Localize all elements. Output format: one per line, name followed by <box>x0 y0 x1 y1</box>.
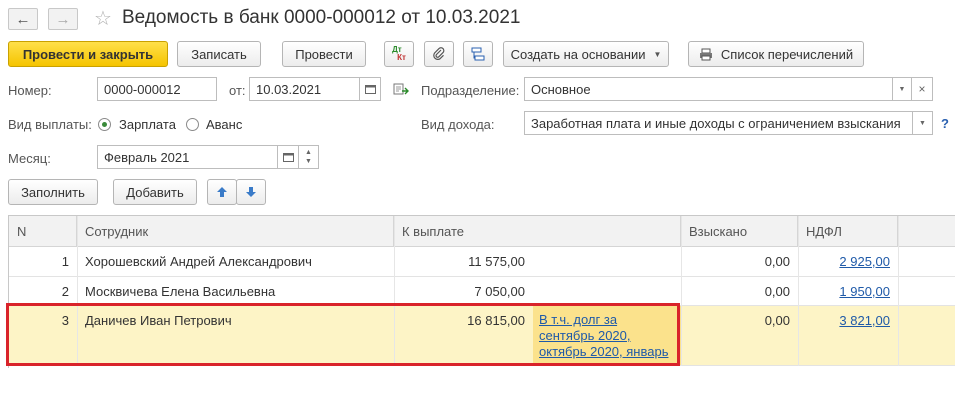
save-button[interactable]: Записать <box>177 41 261 67</box>
income-type-dropdown-button[interactable]: ▼ <box>912 111 933 135</box>
column-header-employee[interactable]: Сотрудник <box>77 216 394 247</box>
collected-amount: 0,00 <box>764 313 790 328</box>
spin-up-icon[interactable]: ▲ <box>305 148 312 157</box>
table-row[interactable]: 2 Москвичева Елена Васильевна 7 050,00 0… <box>9 277 955 306</box>
column-header-collected[interactable]: Взыскано <box>681 216 798 247</box>
radio-advance-label[interactable]: Аванс <box>206 117 242 132</box>
transfer-list-button[interactable]: Список перечислений <box>688 41 864 67</box>
division-clear-button[interactable]: × <box>911 77 933 101</box>
dropdown-caret-icon: ▼ <box>898 85 906 93</box>
date-field[interactable]: 10.03.2021 <box>249 77 360 101</box>
employee-name: Москвичева Елена Васильевна <box>85 284 276 299</box>
radio-salary[interactable] <box>98 118 111 131</box>
column-divider <box>898 216 899 366</box>
arrow-up-icon <box>217 187 227 197</box>
dropdown-caret-icon: ▼ <box>653 49 662 59</box>
employee-name: Хорошевский Андрей Александрович <box>85 254 312 269</box>
post-button[interactable]: Провести <box>282 41 366 67</box>
forward-button[interactable]: → <box>48 8 78 30</box>
payment-type-label: Вид выплаты: <box>8 117 92 132</box>
payout-amount: 11 575,00 <box>468 254 525 269</box>
row-number: 1 <box>61 254 69 269</box>
post-and-close-button[interactable]: Провести и закрыть <box>8 41 168 67</box>
favorite-star-icon[interactable]: ☆ <box>94 6 112 31</box>
calendar-icon <box>282 153 294 162</box>
close-icon: × <box>918 82 926 96</box>
radio-salary-label[interactable]: Зарплата <box>119 117 176 132</box>
radio-advance[interactable] <box>186 118 199 131</box>
column-header-payout[interactable]: К выплате <box>394 216 681 247</box>
column-header-n[interactable]: N <box>9 216 77 247</box>
help-icon[interactable]: ? <box>941 116 949 131</box>
ndfl-link[interactable]: 2 925,00 <box>798 247 898 276</box>
create-based-on-button[interactable]: Создать на основании ▼ <box>503 41 669 67</box>
column-header-ndfl[interactable]: НДФЛ <box>798 216 898 247</box>
income-type-label: Вид дохода: <box>421 117 495 132</box>
month-spinner[interactable]: ▲ ▼ <box>298 145 319 169</box>
hierarchy-icon <box>471 47 485 61</box>
month-field[interactable]: Февраль 2021 <box>97 145 278 169</box>
division-field[interactable]: Основное <box>524 77 893 101</box>
highlight-frame <box>6 303 680 366</box>
date-label: от: <box>229 83 246 98</box>
attach-button[interactable] <box>424 41 454 67</box>
calendar-icon <box>364 85 376 94</box>
column-divider <box>681 216 682 366</box>
arrow-right-icon: → <box>55 10 71 28</box>
number-field[interactable]: 0000-000012 <box>97 77 217 101</box>
dt-kt-button[interactable]: Дт Кт <box>384 41 414 67</box>
division-dropdown-button[interactable]: ▼ <box>892 77 912 101</box>
ndfl-link[interactable]: 1 950,00 <box>798 277 898 306</box>
number-label: Номер: <box>8 83 52 98</box>
back-button[interactable]: ← <box>8 8 38 30</box>
ndfl-link[interactable]: 3 821,00 <box>798 306 898 335</box>
row-number: 2 <box>61 284 69 299</box>
column-divider <box>798 216 799 366</box>
division-label: Подразделение: <box>421 83 520 98</box>
add-button[interactable]: Добавить <box>113 179 197 205</box>
collected-amount: 0,00 <box>764 254 790 269</box>
arrow-down-icon <box>246 187 256 197</box>
payout-amount: 7 050,00 <box>474 284 525 299</box>
spin-down-icon[interactable]: ▼ <box>305 157 312 166</box>
printer-icon <box>699 48 712 60</box>
date-calendar-button[interactable] <box>359 77 381 101</box>
income-type-field[interactable]: Заработная плата и иные доходы с огранич… <box>524 111 913 135</box>
page-title: Ведомость в банк 0000-000012 от 10.03.20… <box>122 7 521 28</box>
dt-kt-icon: Дт Кт <box>392 45 406 62</box>
structure-button[interactable] <box>463 41 493 67</box>
collected-amount: 0,00 <box>764 284 790 299</box>
fill-button[interactable]: Заполнить <box>8 179 98 205</box>
table-header: N Сотрудник К выплате Взыскано НДФЛ <box>9 216 955 247</box>
month-calendar-button[interactable] <box>277 145 299 169</box>
month-label: Месяц: <box>8 151 51 166</box>
dropdown-caret-icon: ▼ <box>919 119 926 127</box>
table-row[interactable]: 1 Хорошевский Андрей Александрович 11 57… <box>9 247 955 277</box>
move-down-button[interactable] <box>236 179 266 205</box>
paperclip-icon <box>433 47 445 60</box>
arrow-left-icon: ← <box>15 10 31 28</box>
document-arrow-icon[interactable] <box>393 82 409 99</box>
move-up-button[interactable] <box>207 179 237 205</box>
